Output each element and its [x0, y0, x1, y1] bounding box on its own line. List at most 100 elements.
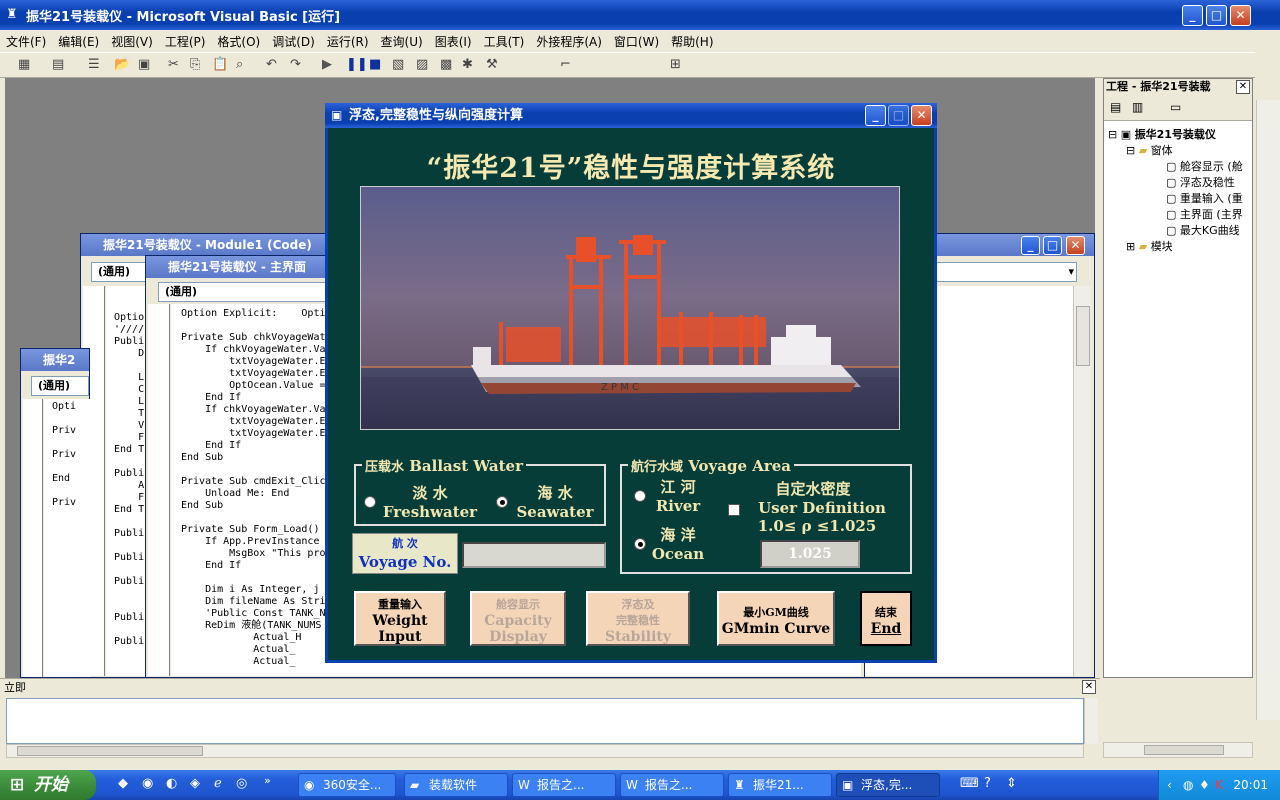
add-form-icon[interactable]: ▤ [52, 57, 64, 72]
module1-minimize-button[interactable]: _ [1021, 236, 1040, 255]
break-icon[interactable]: ❚❚ [346, 57, 368, 72]
collapse-icon[interactable]: ⊟ [1126, 144, 1135, 157]
menu-debug[interactable]: 调试(D) [272, 33, 315, 50]
maximize-button[interactable]: □ [1206, 5, 1227, 26]
menu-window[interactable]: 窗口(W) [614, 33, 659, 50]
add-project-icon[interactable]: ▦ [18, 57, 30, 72]
quicklaunch-icon-2[interactable]: ◉ [142, 776, 153, 791]
dialog-close-button[interactable]: ✕ [911, 105, 932, 126]
module1-maximize-button[interactable]: □ [1043, 236, 1062, 255]
task-stability-form[interactable]: ▣ 浮态,完... [836, 773, 940, 797]
voyage-no-input[interactable] [462, 542, 606, 568]
menu-view[interactable]: 视图(V) [111, 33, 153, 50]
menu-query[interactable]: 查询(U) [381, 33, 423, 50]
tree-folder-modules[interactable]: ⊞ ▰ 模块 [1108, 239, 1254, 255]
toggle-folders-icon[interactable]: ▭ [1170, 100, 1181, 114]
dialog-minimize-button[interactable]: _ [865, 105, 886, 126]
task-loading-software[interactable]: ▰ 装载软件 [404, 773, 508, 797]
third-object-combo[interactable]: (通用) [31, 376, 89, 396]
user-definition-checkbox[interactable] [728, 504, 740, 516]
project-explorer-icon[interactable]: ▧ [392, 57, 404, 72]
menu-run[interactable]: 运行(R) [327, 33, 369, 50]
immediate-close-button[interactable]: ✕ [1082, 680, 1096, 694]
menu-help[interactable]: 帮助(H) [671, 33, 713, 50]
find-icon[interactable]: ⌕ [236, 57, 243, 72]
minimize-button[interactable]: _ [1182, 5, 1203, 26]
immediate-hscroll-thumb[interactable] [17, 746, 203, 756]
third-code-area[interactable]: Opti Priv Priv End Priv [44, 399, 90, 677]
keyboard-icon[interactable]: ⌨ [960, 776, 979, 791]
tray-icon-1[interactable]: ◍ [1183, 770, 1193, 800]
module1-close-button[interactable]: ✕ [1066, 236, 1085, 255]
quicklaunch-icon-3[interactable]: ◐ [166, 776, 177, 791]
collapse-icon[interactable]: ⊟ [1108, 128, 1117, 141]
tree-item-form[interactable]: ▢ 主界面 (主界 [1108, 207, 1254, 223]
view-code-icon[interactable]: ▤ [1110, 100, 1121, 114]
menu-edit[interactable]: 编辑(E) [58, 33, 99, 50]
language-bar-icon[interactable]: ⇕ [1006, 776, 1017, 791]
menu-editor-icon[interactable]: ☰ [88, 57, 100, 72]
form-layout-icon[interactable]: ▩ [440, 57, 452, 72]
chevron-right-icon[interactable]: » [264, 774, 271, 787]
module1-scroll-thumb[interactable] [1076, 306, 1090, 366]
menu-project[interactable]: 工程(P) [165, 33, 206, 50]
tree-folder-forms[interactable]: ⊟ ▰ 窗体 [1108, 143, 1254, 159]
end-button[interactable]: 结束 End [860, 591, 912, 646]
task-360[interactable]: ◉ 360安全... [298, 773, 396, 797]
tray-icon-3[interactable]: K [1215, 770, 1223, 800]
weight-input-button[interactable]: 重量输入 Weight Input [354, 591, 446, 646]
object-browser-icon[interactable]: ✱ [462, 57, 473, 72]
close-button[interactable]: ✕ [1230, 5, 1251, 26]
start-button[interactable]: ⊞ 开始 [0, 770, 96, 800]
tree-item-form[interactable]: ▢ 舱容显示 (舱 [1108, 159, 1254, 175]
river-radio[interactable] [634, 490, 646, 502]
quicklaunch-icon-6[interactable]: ◎ [236, 776, 247, 791]
cut-icon[interactable]: ✂ [168, 57, 179, 72]
freshwater-radio[interactable] [364, 496, 376, 508]
menu-format[interactable]: 格式(O) [217, 33, 260, 50]
ocean-radio[interactable] [634, 538, 646, 550]
save-icon[interactable]: ▣ [138, 57, 150, 72]
toolbox-icon[interactable]: ⚒ [486, 57, 498, 72]
immediate-vscroll[interactable] [1084, 698, 1098, 744]
density-input[interactable]: 1.025 [760, 540, 860, 568]
start-icon[interactable]: ▶ [322, 57, 332, 72]
seawater-radio[interactable] [496, 496, 508, 508]
tree-item-form[interactable]: ▢ 重量输入 (重 [1108, 191, 1254, 207]
stop-icon[interactable]: ■ [369, 57, 381, 72]
tree-root[interactable]: ⊟ ▣ 振华21号装载仪 [1108, 127, 1254, 143]
redo-icon[interactable]: ↷ [290, 57, 301, 72]
undo-icon[interactable]: ↶ [266, 57, 277, 72]
expand-icon[interactable]: ⊞ [1126, 240, 1135, 253]
tree-item-form[interactable]: ▢ 最大KG曲线 [1108, 223, 1254, 239]
project-close-button[interactable]: ✕ [1236, 80, 1250, 94]
task-report-2[interactable]: W 报告之... [620, 773, 724, 797]
view-object-icon[interactable]: ▥ [1132, 100, 1143, 114]
main-vertical-scrollbar[interactable] [1256, 100, 1280, 720]
menu-addins[interactable]: 外接程序(A) [536, 33, 602, 50]
gmmin-curve-button[interactable]: 最小GM曲线 GMmin Curve [717, 591, 835, 646]
menu-tools[interactable]: 工具(T) [484, 33, 525, 50]
project-hscroll-thumb[interactable] [1144, 745, 1224, 755]
quicklaunch-icon-4[interactable]: ◈ [190, 776, 200, 791]
main-form-object-combo[interactable]: (通用) [158, 282, 328, 302]
immediate-hscroll[interactable] [6, 744, 1084, 758]
tray-icon-2[interactable]: ♦ [1199, 770, 1210, 800]
project-hscroll[interactable] [1103, 742, 1253, 758]
tree-item-form[interactable]: ▢ 浮态及稳性 [1108, 175, 1254, 191]
immediate-input[interactable] [6, 698, 1084, 744]
copy-icon[interactable]: ⎘ [190, 57, 200, 72]
task-report-1[interactable]: W 报告之... [512, 773, 616, 797]
quicklaunch-icon-1[interactable]: ◆ [118, 776, 128, 791]
tray-expand-icon[interactable]: ‹ [1167, 770, 1172, 800]
paste-icon[interactable]: 📋 [212, 57, 228, 72]
ie-icon[interactable]: ℯ [214, 776, 222, 791]
module1-vertical-scrollbar[interactable] [1073, 286, 1091, 676]
properties-icon[interactable]: ▨ [416, 57, 428, 72]
menu-diagram[interactable]: 图表(I) [435, 33, 472, 50]
menu-file[interactable]: 文件(F) [6, 33, 46, 50]
task-vb-project[interactable]: ♜ 振华21... [728, 773, 832, 797]
help-icon[interactable]: ? [984, 776, 991, 791]
open-icon[interactable]: 📂 [114, 57, 130, 72]
module1-object-combo[interactable]: (通用) [91, 262, 151, 282]
